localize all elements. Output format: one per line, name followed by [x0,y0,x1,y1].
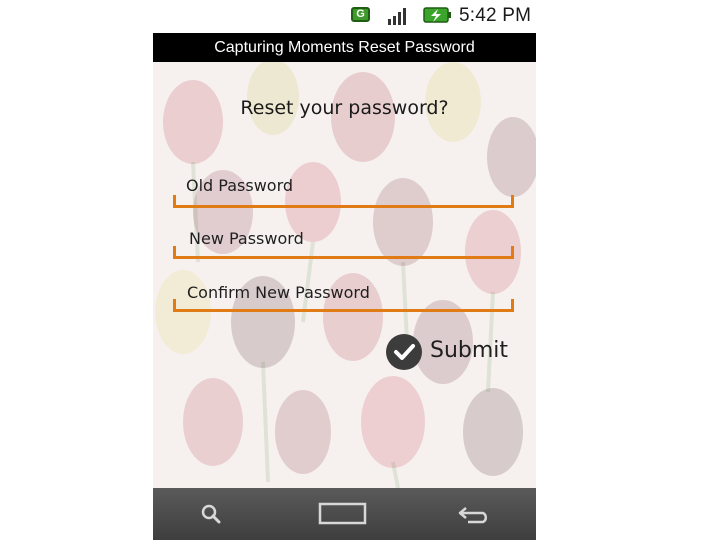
home-button[interactable] [313,488,373,540]
navigation-bar [153,488,536,540]
g-network-icon: G [351,7,370,22]
status-time: 5:42 PM [459,5,532,26]
tulip-background [155,62,536,488]
search-icon [201,504,221,524]
search-button[interactable] [188,488,238,540]
submit-label: Submit [430,338,509,363]
checkmark-icon [386,334,422,370]
home-icon [318,502,367,525]
battery-charging-icon [423,7,451,23]
back-icon [458,507,488,524]
submit-button[interactable]: Submit [386,334,526,372]
old-password-label: Old Password [186,176,294,195]
old-password-field[interactable] [173,195,514,208]
confirm-password-field[interactable] [173,299,514,312]
page-title: Reset your password? [240,97,449,119]
app-title-bar: Capturing Moments Reset Password [153,33,536,62]
back-button[interactable] [448,488,498,540]
signal-icon [388,8,406,25]
new-password-field[interactable] [173,246,514,259]
status-bar: G 5:42 PM [153,0,536,33]
phone-screen: G 5:42 PM Capturing Moments Reset Passwo… [153,0,536,540]
